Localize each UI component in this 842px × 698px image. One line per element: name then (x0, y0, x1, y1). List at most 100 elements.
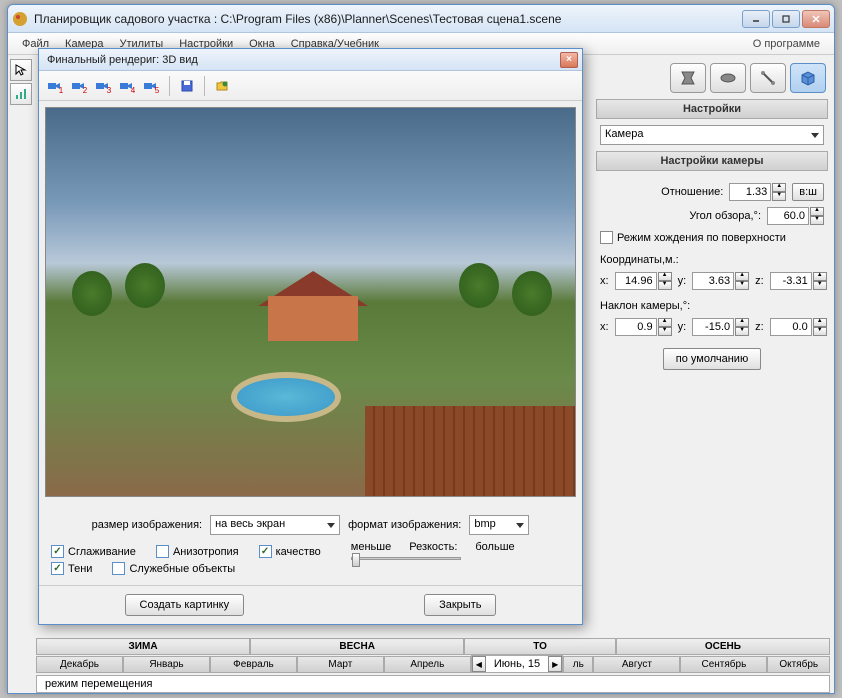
cx-down[interactable]: ▼ (658, 281, 672, 290)
default-button[interactable]: по умолчанию (663, 348, 761, 370)
fov-input[interactable] (767, 207, 809, 225)
tool-2-icon[interactable] (710, 63, 746, 93)
combo-value: Камера (605, 128, 643, 140)
tz-up[interactable]: ▲ (813, 318, 827, 327)
service-objects-checkbox[interactable]: Служебные объекты (112, 562, 235, 575)
cz-up[interactable]: ▲ (813, 272, 827, 281)
ratio-input[interactable] (729, 183, 771, 201)
quality-checkbox[interactable]: ✓качество (259, 545, 321, 558)
sharpness-slider[interactable] (351, 557, 461, 560)
cx-up[interactable]: ▲ (658, 272, 672, 281)
month-aug[interactable]: Август (593, 656, 680, 673)
month-feb[interactable]: Февраль (210, 656, 297, 673)
coord-x-input[interactable] (615, 272, 657, 290)
season-spring[interactable]: ВЕСНА (250, 638, 464, 655)
more-label: больше (475, 541, 514, 553)
tilt-x-input[interactable] (615, 318, 657, 336)
timeline: ЗИМА ВЕСНА ТО ОСЕНЬ Декабрь Январь Февра… (36, 638, 830, 673)
month-jan[interactable]: Январь (123, 656, 210, 673)
rendered-house (268, 271, 358, 341)
chart-tool[interactable] (10, 83, 32, 105)
camera-settings-header: Настройки камеры (596, 151, 828, 171)
save-icon[interactable] (176, 75, 198, 97)
coord-y-input[interactable] (692, 272, 734, 290)
ty-up[interactable]: ▲ (735, 318, 749, 327)
month-oct[interactable]: Октябрь (767, 656, 830, 673)
tool-3-icon[interactable] (750, 63, 786, 93)
tilt-y-input[interactable] (692, 318, 734, 336)
month-mar[interactable]: Март (297, 656, 384, 673)
slider-thumb[interactable] (352, 553, 360, 567)
size-combo[interactable]: на весь экран (210, 515, 340, 535)
tx-up[interactable]: ▲ (658, 318, 672, 327)
quality-label: качество (276, 546, 321, 558)
right-panel: Настройки Камера Настройки камеры Отноше… (592, 59, 832, 374)
date-prev[interactable]: ◀ (472, 656, 486, 672)
month-apr[interactable]: Апрель (384, 656, 471, 673)
month-sep[interactable]: Сентябрь (680, 656, 767, 673)
rendered-pool (231, 372, 341, 422)
size-label: размер изображения: (92, 519, 202, 531)
camera-3-icon[interactable]: 3 (93, 75, 115, 97)
camera-4-icon[interactable]: 4 (117, 75, 139, 97)
pointer-tool[interactable] (10, 59, 32, 81)
ty-label: y: (678, 321, 687, 333)
close-dialog-button[interactable]: Закрыть (424, 594, 496, 616)
create-image-button[interactable]: Создать картинку (125, 594, 245, 616)
render-dialog: Финальный рендериг: 3D вид × 1 2 3 4 5 р… (38, 48, 583, 625)
y-label: y: (678, 275, 687, 287)
left-toolbar (10, 59, 34, 107)
anisotropy-checkbox[interactable]: Анизотропия (156, 545, 239, 558)
format-combo[interactable]: bmp (469, 515, 529, 535)
season-autumn[interactable]: ОСЕНЬ (616, 638, 830, 655)
less-label: меньше (351, 541, 391, 553)
tx-down[interactable]: ▼ (658, 327, 672, 336)
settings-header: Настройки (596, 99, 828, 119)
camera-1-icon[interactable]: 1 (45, 75, 67, 97)
dialog-controls: размер изображения: на весь экран формат… (39, 503, 582, 585)
date-next[interactable]: ▶ (548, 656, 562, 672)
month-dec[interactable]: Декабрь (36, 656, 123, 673)
camera-2-icon[interactable]: 2 (69, 75, 91, 97)
walk-mode-checkbox[interactable]: Режим хождения по поверхности (600, 231, 824, 244)
ratio-up[interactable]: ▲ (772, 183, 786, 192)
panel-type-combo[interactable]: Камера (600, 125, 824, 145)
format-value: bmp (474, 518, 495, 530)
dialog-titlebar[interactable]: Финальный рендериг: 3D вид × (39, 49, 582, 71)
fov-up[interactable]: ▲ (810, 207, 824, 216)
close-button[interactable] (802, 10, 830, 28)
month-jul-partial[interactable]: ль (563, 656, 593, 673)
x-label: x: (600, 275, 609, 287)
dialog-title: Финальный рендериг: 3D вид (43, 54, 560, 66)
antialiasing-label: Сглаживание (68, 546, 136, 558)
ty-down[interactable]: ▼ (735, 327, 749, 336)
coord-z-input[interactable] (770, 272, 812, 290)
tool-1-icon[interactable] (670, 63, 706, 93)
sharpness-label: Резкость: (409, 541, 457, 553)
tilt-label: Наклон камеры,°: (600, 300, 824, 312)
tz-down[interactable]: ▼ (813, 327, 827, 336)
tool-cube-icon[interactable] (790, 63, 826, 93)
maximize-button[interactable] (772, 10, 800, 28)
ratio-down[interactable]: ▼ (772, 192, 786, 201)
fov-down[interactable]: ▼ (810, 216, 824, 225)
date-control: ◀ Июнь, 15 ▶ (471, 655, 563, 673)
cz-down[interactable]: ▼ (813, 281, 827, 290)
ratio-mode-button[interactable]: в:ш (792, 183, 824, 201)
cy-down[interactable]: ▼ (735, 281, 749, 290)
season-summer-partial[interactable]: ТО (464, 638, 616, 655)
app-icon (12, 11, 28, 27)
folder-icon[interactable] (211, 75, 233, 97)
camera-5-icon[interactable]: 5 (141, 75, 163, 97)
antialiasing-checkbox[interactable]: ✓Сглаживание (51, 545, 136, 558)
dialog-close-button[interactable]: × (560, 52, 578, 68)
titlebar[interactable]: Планировщик садового участка : C:\Progra… (8, 5, 834, 33)
service-objects-label: Служебные объекты (129, 563, 235, 575)
coords-label: Координаты,м.: (600, 254, 824, 266)
shadows-checkbox[interactable]: ✓Тени (51, 562, 92, 575)
minimize-button[interactable] (742, 10, 770, 28)
cy-up[interactable]: ▲ (735, 272, 749, 281)
season-winter[interactable]: ЗИМА (36, 638, 250, 655)
tilt-z-input[interactable] (770, 318, 812, 336)
menu-about[interactable]: О программе (745, 35, 828, 53)
